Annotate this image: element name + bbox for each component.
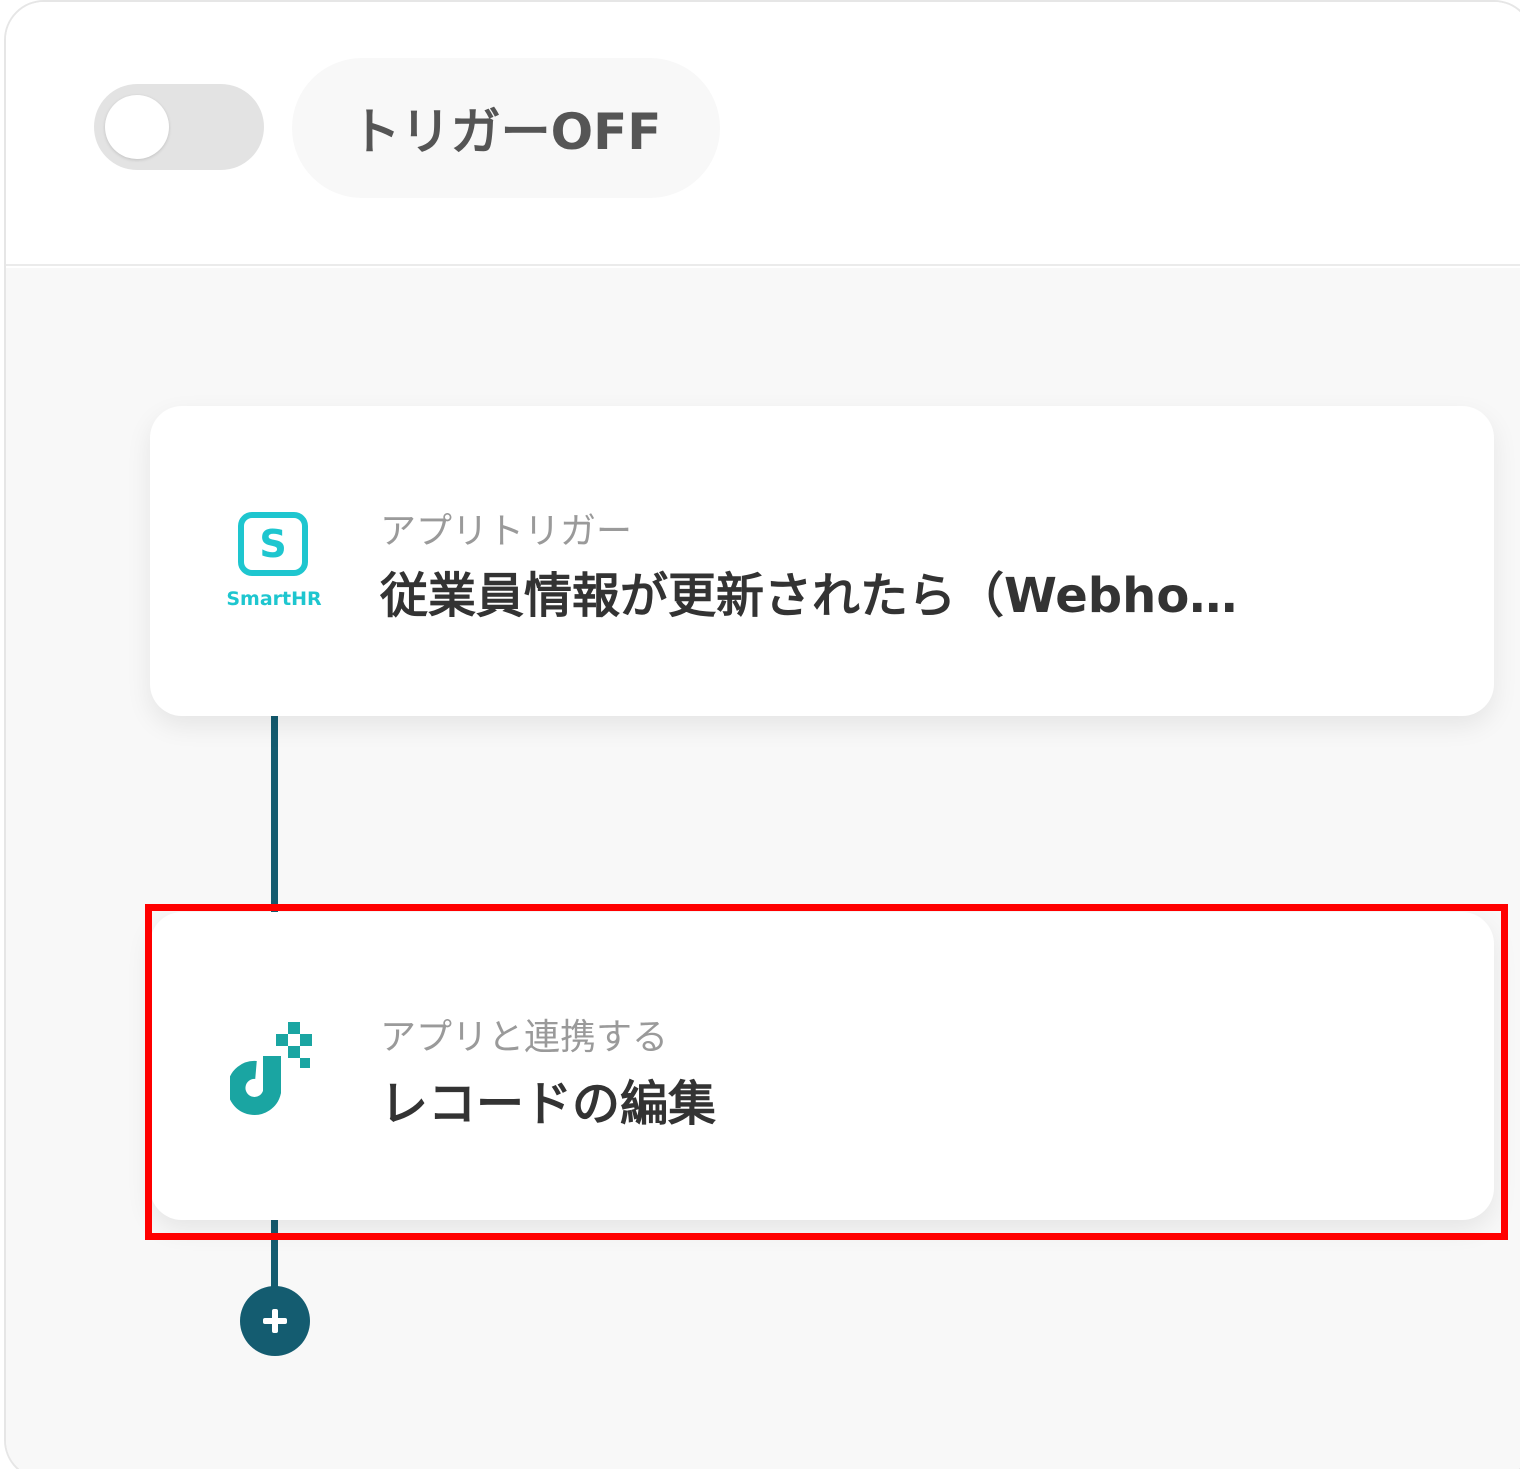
step-subtitle: アプリと連携する xyxy=(380,1017,669,1058)
step-title: 従業員情報が更新されたら（Webho… xyxy=(380,568,1238,624)
step-subtitle: アプリトリガー xyxy=(380,511,633,552)
toggle-knob xyxy=(105,95,169,159)
flow-connector xyxy=(271,1218,278,1288)
step-title: レコードの編集 xyxy=(380,1076,717,1132)
flow-step-action[interactable]: アプリと連携する レコードの編集 xyxy=(150,912,1494,1220)
plus-icon xyxy=(263,1309,287,1333)
flow-connector xyxy=(271,716,278,916)
add-step-button[interactable] xyxy=(240,1286,310,1356)
trigger-toggle[interactable] xyxy=(94,84,264,170)
app-logo xyxy=(227,1020,320,1120)
header-bar: トリガーOFF xyxy=(6,2,1520,266)
flow-editor-window: トリガーOFF xyxy=(4,0,1520,1469)
trigger-status-label: トリガーOFF xyxy=(350,103,662,161)
flow-step-trigger[interactable]: S SmartHR アプリトリガー 従業員情報が更新されたら（Webho… xyxy=(150,406,1494,716)
smarthr-logo-mark: S xyxy=(238,512,308,576)
trigger-status-chip: トリガーOFF xyxy=(292,58,720,198)
smarthr-logo-text: SmartHR xyxy=(226,588,322,610)
smarthr-logo: S SmartHR xyxy=(222,512,326,612)
